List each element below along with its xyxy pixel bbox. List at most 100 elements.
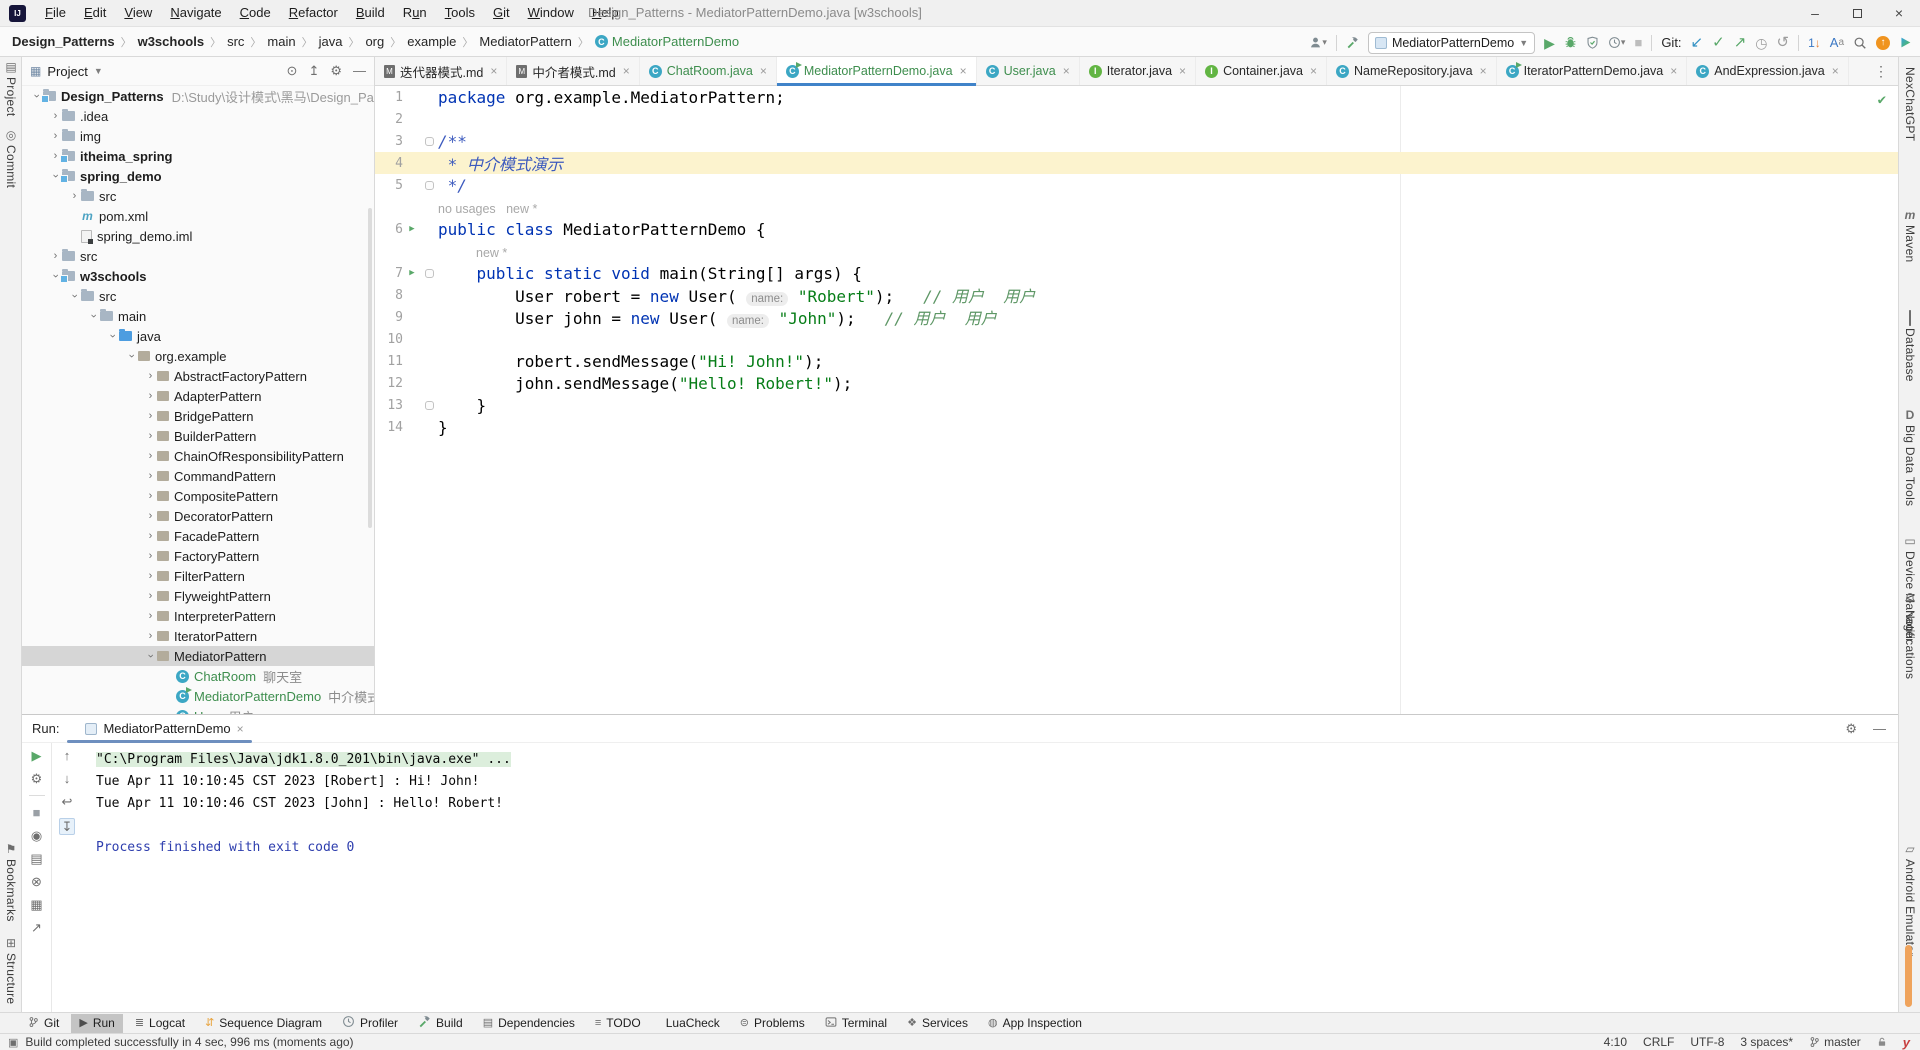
code-line-9[interactable]: 9 User john = new User( name: "John"); /…: [375, 306, 1898, 328]
tool-window-button-app-inspection[interactable]: ◍ App Inspection: [980, 1014, 1090, 1033]
breadcrumb-item[interactable]: MediatorPattern: [479, 34, 572, 49]
close-icon[interactable]: ×: [1063, 64, 1070, 78]
encoding[interactable]: UTF-8: [1690, 1035, 1724, 1049]
run-console-output[interactable]: "C:\Program Files\Java\jdk1.8.0_201\bin\…: [82, 743, 1898, 1012]
breadcrumb-item[interactable]: Design_Patterns: [12, 34, 115, 49]
hide-panel-icon[interactable]: —: [353, 63, 366, 79]
tree-row-chatroom[interactable]: C ChatRoom 聊天室: [22, 666, 374, 686]
menu-edit[interactable]: Edit: [75, 0, 115, 26]
tool-button-structure[interactable]: ⊞ Structure: [0, 937, 22, 1004]
status-message[interactable]: Build completed successfully in 4 sec, 9…: [25, 1035, 353, 1049]
editor-tab-iterator.java[interactable]: I Iterator.java ×: [1080, 57, 1197, 85]
code-line-12[interactable]: 12 john.sendMessage("Hello! Robert!");: [375, 372, 1898, 394]
tool-button-big-data-tools[interactable]: D Big Data Tools: [1899, 409, 1920, 506]
chevron-collapsed-icon[interactable]: ›: [144, 410, 157, 422]
scroll-to-end-icon[interactable]: ↧: [58, 818, 76, 835]
tree-row-itheima_spring[interactable]: › itheima_spring: [22, 146, 374, 166]
close-icon[interactable]: ×: [960, 64, 967, 78]
tree-row-factorypattern[interactable]: › FactoryPattern: [22, 546, 374, 566]
tree-row-compositepattern[interactable]: › CompositePattern: [22, 486, 374, 506]
menu-window[interactable]: Window: [519, 0, 583, 26]
code-line-3[interactable]: 3/**: [375, 130, 1898, 152]
menu-git[interactable]: Git: [484, 0, 519, 26]
tool-button-bookmarks[interactable]: ⚑ Bookmarks: [0, 843, 22, 922]
tree-row-spring_demo[interactable]: › spring_demo: [22, 166, 374, 186]
tool-button-notifications[interactable]: Notifications: [1899, 592, 1920, 679]
tool-window-button-build[interactable]: Build: [410, 1014, 471, 1033]
editor-tab-chatroom.java[interactable]: C ChatRoom.java ×: [640, 57, 777, 85]
chevron-expanded-icon[interactable]: ›: [88, 310, 100, 323]
code-line-4[interactable]: 4 * 中介模式演示: [375, 152, 1898, 174]
run-line-icon[interactable]: ▶: [403, 224, 421, 234]
editor-tab-mediatorpatterndemo.java[interactable]: C MediatorPatternDemo.java ×: [776, 57, 977, 86]
tree-row-mediatorpattern[interactable]: › MediatorPattern: [22, 646, 374, 666]
tree-row-bridgepattern[interactable]: › BridgePattern: [22, 406, 374, 426]
fold-marker-icon[interactable]: [421, 268, 437, 278]
tool-window-button-services[interactable]: ❖ Services: [899, 1014, 976, 1033]
translate-icon[interactable]: Aa: [1830, 36, 1844, 49]
code-line-5[interactable]: 5 */: [375, 174, 1898, 196]
breadcrumb-item[interactable]: src: [227, 34, 244, 49]
editor-tab-andexpression.java[interactable]: C AndExpression.java ×: [1687, 57, 1849, 85]
restore-icon[interactable]: ↗: [31, 921, 42, 934]
chevron-collapsed-icon[interactable]: ›: [144, 510, 157, 522]
chevron-down-icon[interactable]: ▼: [94, 66, 103, 76]
menu-refactor[interactable]: Refactor: [280, 0, 347, 26]
editor-tab-namerepository.java[interactable]: C NameRepository.java ×: [1327, 57, 1497, 85]
menu-file[interactable]: File: [36, 0, 75, 26]
coverage-button-icon[interactable]: [1586, 36, 1599, 49]
tree-row-pom.xml[interactable]: m pom.xml: [22, 206, 374, 226]
code-line-13[interactable]: 13 }: [375, 394, 1898, 416]
build-project-icon[interactable]: [1346, 36, 1359, 49]
tool-window-button-dependencies[interactable]: ▤ Dependencies: [475, 1014, 583, 1033]
close-icon[interactable]: ×: [1179, 64, 1186, 78]
tree-row-w3schools[interactable]: › w3schools: [22, 266, 374, 286]
tree-row-commandpattern[interactable]: › CommandPattern: [22, 466, 374, 486]
close-icon[interactable]: ×: [1832, 64, 1839, 78]
menu-view[interactable]: View: [115, 0, 161, 26]
chevron-collapsed-icon[interactable]: ›: [49, 130, 62, 142]
code-line-11[interactable]: 11 robert.sendMessage("Hi! John!");: [375, 350, 1898, 372]
indent-style[interactable]: 3 spaces*: [1740, 1035, 1793, 1049]
tree-row-.idea[interactable]: › .idea: [22, 106, 374, 126]
code-editor[interactable]: ✔ 1 package org.example.MediatorPattern; 2…: [375, 86, 1898, 714]
editor-tab-iteratorpatterndemo.java[interactable]: C IteratorPatternDemo.java ×: [1497, 57, 1688, 85]
run-console-tab[interactable]: MediatorPatternDemo ×: [67, 715, 252, 743]
screenshot-icon[interactable]: ◉: [31, 829, 42, 842]
breadcrumb-item[interactable]: org: [365, 34, 384, 49]
caret-position[interactable]: 4:10: [1604, 1035, 1627, 1049]
minimize-button[interactable]: –: [1794, 0, 1836, 26]
switch-user-icon[interactable]: ▾: [1309, 36, 1327, 49]
plugin-logo-icon[interactable]: [1899, 36, 1912, 49]
chevron-expanded-icon[interactable]: ›: [145, 650, 157, 663]
chevron-collapsed-icon[interactable]: ›: [49, 250, 62, 262]
tool-window-button-luacheck[interactable]: LuaCheck: [653, 1014, 728, 1033]
tree-row-src[interactable]: › src: [22, 286, 374, 306]
chevron-collapsed-icon[interactable]: ›: [144, 590, 157, 602]
chevron-collapsed-icon[interactable]: ›: [144, 630, 157, 642]
chevron-collapsed-icon[interactable]: ›: [68, 190, 81, 202]
chevron-expanded-icon[interactable]: ›: [107, 330, 119, 343]
editor-tab-container.java[interactable]: I Container.java ×: [1196, 57, 1327, 85]
git-branch[interactable]: master: [1809, 1035, 1861, 1049]
search-everywhere-icon[interactable]: [1853, 36, 1867, 50]
tree-row-design_patterns[interactable]: › Design_Patterns D:\Study\设计模式\黑马\Design_…: [22, 86, 375, 106]
breadcrumb-item[interactable]: C MediatorPatternDemo: [594, 34, 739, 49]
tool-window-button-sequence-diagram[interactable]: ⇵ Sequence Diagram: [197, 1014, 330, 1033]
code-line-1[interactable]: 1 package org.example.MediatorPattern;: [375, 86, 1898, 108]
code-line-2[interactable]: 2: [375, 108, 1898, 130]
scroll-up-icon[interactable]: ↑: [64, 749, 71, 762]
close-icon[interactable]: ×: [1480, 64, 1487, 78]
menu-run[interactable]: Run: [394, 0, 436, 26]
close-icon[interactable]: ×: [490, 64, 497, 78]
tree-row-src[interactable]: › src: [22, 186, 374, 206]
run-configuration-select[interactable]: MediatorPatternDemo ▼: [1367, 31, 1536, 54]
tool-button-commit[interactable]: ◎ Commit: [0, 129, 22, 188]
debug-button-icon[interactable]: [1564, 36, 1577, 49]
tool-window-button-profiler[interactable]: Profiler: [334, 1014, 406, 1033]
chevron-collapsed-icon[interactable]: ›: [144, 530, 157, 542]
chevron-collapsed-icon[interactable]: ›: [144, 390, 157, 402]
fold-marker-icon[interactable]: [421, 180, 437, 190]
chevron-collapsed-icon[interactable]: ›: [144, 370, 157, 382]
code-line-7[interactable]: 7 ▶ public static void main(String[] args…: [375, 262, 1898, 284]
